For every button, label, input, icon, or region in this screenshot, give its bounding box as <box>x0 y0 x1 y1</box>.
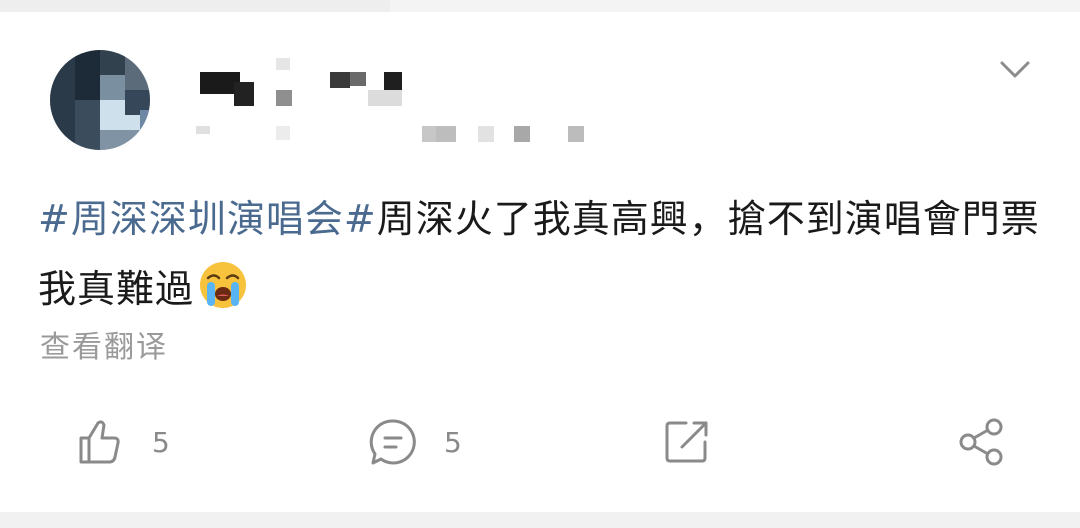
post-text: #周深深圳演唱会#周深火了我真高興，搶不到演唱會門票我真難過 <box>38 184 1048 324</box>
share-icon <box>959 418 1003 466</box>
translate-link[interactable]: 查看翻译 <box>40 322 168 366</box>
top-divider-shade <box>0 0 390 12</box>
repost-button[interactable] <box>662 412 712 472</box>
comment-icon <box>369 419 416 465</box>
crying-face-emoji <box>198 260 248 310</box>
share-button[interactable] <box>956 412 1008 472</box>
like-button[interactable]: 5 <box>74 412 170 472</box>
like-icon <box>79 420 120 464</box>
chevron-down-icon[interactable] <box>998 56 1032 82</box>
comment-button[interactable]: 5 <box>368 412 462 472</box>
like-count: 5 <box>152 425 170 459</box>
avatar[interactable] <box>50 50 150 150</box>
hashtag-link[interactable]: #周深深圳演唱会# <box>38 197 377 241</box>
repost-icon <box>665 421 708 463</box>
bottom-divider <box>0 512 1080 528</box>
comment-count: 5 <box>444 425 462 459</box>
